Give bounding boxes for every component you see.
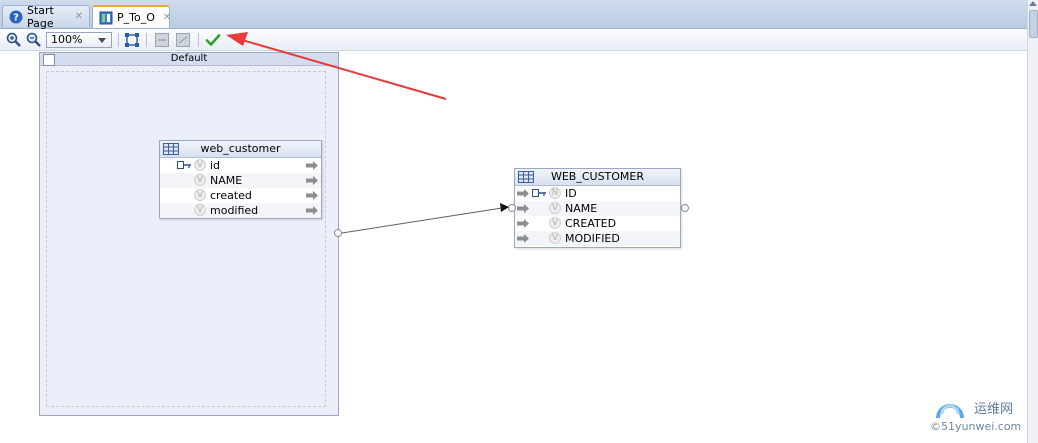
diagram-overlay [226, 32, 509, 234]
mapping-connector[interactable] [341, 203, 509, 234]
watermark-url: ©51yunwei.com [930, 420, 1022, 433]
site-watermark: 运维网 ©51yunwei.com [930, 392, 1028, 440]
annotation-arrow [226, 32, 447, 100]
watermark-title: 运维网 [974, 402, 1014, 417]
